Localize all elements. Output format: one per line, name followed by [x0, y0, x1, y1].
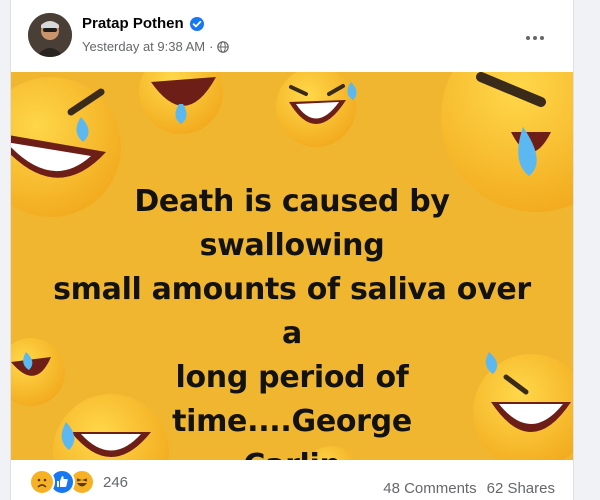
- post-header: Pratap Pothen Yesterday at 9:38 AM ·: [11, 0, 573, 72]
- shares-count-link[interactable]: 62 Shares: [487, 480, 555, 497]
- post-card: Pratap Pothen Yesterday at 9:38 AM · Dea…: [10, 0, 574, 500]
- verified-badge-icon: [189, 16, 204, 31]
- author-row: Pratap Pothen: [82, 15, 204, 32]
- more-options-icon: [526, 36, 544, 40]
- engagement-stats: 48 Comments 62 Shares: [383, 480, 555, 497]
- avatar-image: [28, 13, 72, 57]
- author-name[interactable]: Pratap Pothen: [82, 15, 184, 32]
- quote-line: long period of time....George: [172, 360, 412, 439]
- quote-line: Carlin: [51, 444, 533, 460]
- quote-line: Death is caused by swallowing: [134, 184, 450, 263]
- post-quote-text: Death is caused by swallowing small amou…: [51, 180, 533, 460]
- author-avatar[interactable]: [28, 13, 72, 57]
- more-options-button[interactable]: [517, 20, 553, 56]
- post-image[interactable]: Death is caused by swallowing small amou…: [11, 72, 573, 460]
- quote-line: small amounts of saliva over a: [53, 272, 531, 351]
- meta-separator: ·: [209, 39, 214, 54]
- sad-reaction-icon: [29, 469, 55, 495]
- comments-count-link[interactable]: 48 Comments: [383, 480, 476, 497]
- reaction-count: 246: [103, 473, 129, 491]
- post-footer: 246 48 Comments 62 Shares: [11, 460, 573, 500]
- post-meta: Yesterday at 9:38 AM ·: [82, 39, 230, 54]
- post-timestamp[interactable]: Yesterday at 9:38 AM: [82, 39, 205, 54]
- globe-icon[interactable]: [217, 40, 230, 53]
- reactions-summary[interactable]: 246: [29, 469, 128, 495]
